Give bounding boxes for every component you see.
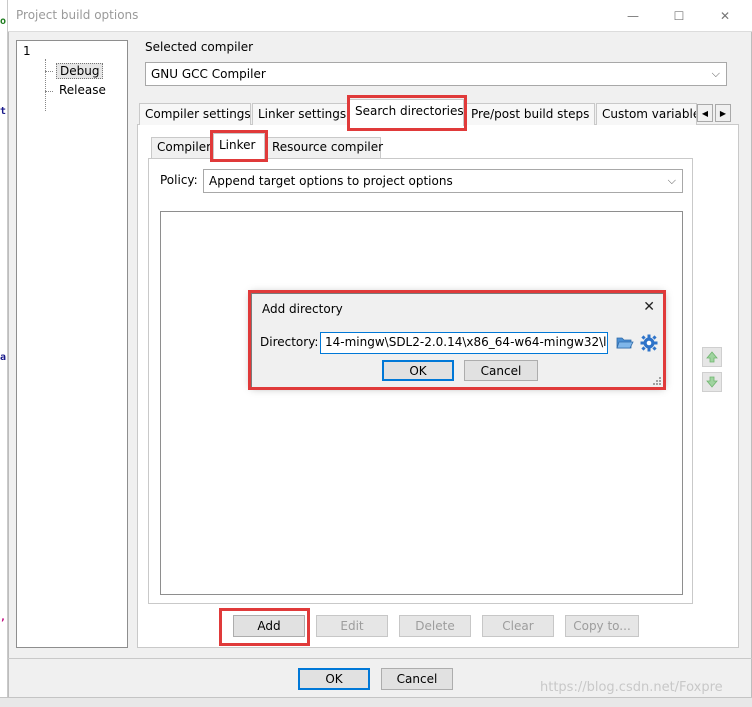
subtab-compiler[interactable]: Compiler	[151, 137, 212, 158]
directory-label: Directory:	[260, 335, 319, 349]
editor-glyph: ,	[0, 612, 7, 623]
move-up-button[interactable]	[702, 347, 722, 367]
compiler-label: Selected compiler	[145, 40, 254, 54]
dialog-cancel-button[interactable]: Cancel	[464, 360, 538, 381]
maximize-button[interactable]: ☐	[656, 0, 702, 32]
dialog-close-button[interactable]: ✕	[643, 299, 655, 315]
tab-pre-post-build-steps[interactable]: Pre/post build steps	[465, 103, 595, 125]
subtab-label: Compiler	[157, 140, 212, 154]
tab-label: Custom variable	[602, 107, 697, 121]
button-label: Delete	[415, 619, 455, 633]
dialog-ok-button[interactable]: OK	[382, 360, 454, 381]
chevron-down-icon: ⌵	[711, 67, 720, 80]
tab-label: Linker settings	[258, 107, 347, 121]
title-bar: Project build options — ☐ ✕	[8, 0, 752, 32]
delete-button[interactable]: Delete	[399, 615, 471, 637]
editor-glyph: o	[0, 16, 7, 27]
tree-line	[45, 71, 53, 72]
copy-to-button[interactable]: Copy to...	[565, 615, 639, 637]
close-button[interactable]: ✕	[702, 0, 748, 32]
button-label: OK	[409, 363, 427, 378]
arrow-down-icon	[706, 376, 718, 388]
button-label: Clear	[502, 619, 534, 633]
tree-root[interactable]: 1	[23, 44, 31, 58]
policy-select[interactable]: Append target options to project options…	[203, 169, 683, 193]
chevron-down-icon: ⌵	[667, 174, 676, 187]
tab-label: Pre/post build steps	[471, 107, 590, 121]
edit-button[interactable]: Edit	[316, 615, 388, 637]
directory-input[interactable]: 14-mingw\SDL2-2.0.14\x86_64-w64-mingw32\…	[320, 332, 608, 354]
browse-folder-button[interactable]	[614, 332, 636, 354]
policy-label: Policy:	[160, 173, 198, 187]
minimize-icon: —	[627, 9, 639, 23]
target-tree[interactable]: 1 Debug Release	[16, 40, 128, 648]
close-icon: ✕	[719, 9, 731, 23]
compiler-select[interactable]: GNU GCC Compiler ⌵	[145, 62, 727, 86]
tree-line	[45, 59, 46, 111]
background-editor-strip: o t a ,	[0, 0, 8, 707]
clear-button[interactable]: Clear	[482, 615, 554, 637]
window-title: Project build options	[16, 8, 139, 22]
footer-separator	[8, 658, 752, 659]
tree-item-debug[interactable]: Debug	[56, 63, 104, 79]
add-button[interactable]: Add	[233, 615, 305, 637]
triangle-right-icon: ▶	[719, 108, 727, 118]
tab-scroll-right-button[interactable]: ▶	[715, 104, 731, 122]
ok-button[interactable]: OK	[298, 668, 370, 690]
maximize-icon: ☐	[673, 9, 685, 23]
editor-glyph: t	[0, 106, 7, 117]
button-label: OK	[325, 672, 343, 686]
editor-glyph: a	[0, 352, 7, 363]
button-label: Cancel	[396, 672, 438, 686]
cancel-button[interactable]: Cancel	[381, 668, 453, 690]
tab-compiler-settings[interactable]: Compiler settings	[139, 103, 251, 125]
move-down-button[interactable]	[702, 372, 722, 392]
button-label: Copy to...	[573, 619, 631, 633]
triangle-left-icon: ◀	[701, 108, 709, 118]
close-icon: ✕	[643, 299, 655, 315]
subtab-resource-compiler[interactable]: Resource compiler	[266, 137, 384, 158]
folder-open-icon	[616, 337, 634, 349]
minimize-button[interactable]: —	[610, 0, 656, 32]
button-label: Add	[257, 619, 281, 633]
tab-label: Search directories	[355, 104, 464, 118]
tab-custom-variables[interactable]: Custom variable	[596, 103, 697, 125]
tree-line	[45, 91, 53, 92]
add-directory-dialog: Add directory ✕ Directory: 14-mingw\SDL2…	[251, 293, 664, 388]
policy-value: Append target options to project options	[209, 174, 453, 188]
tab-label: Compiler settings	[145, 107, 251, 121]
compiler-value: GNU GCC Compiler	[151, 67, 266, 81]
tree-item-release[interactable]: Release	[56, 83, 109, 97]
button-label: Edit	[340, 619, 364, 633]
subtab-label: Resource compiler	[272, 140, 384, 154]
button-label: Cancel	[480, 363, 522, 378]
resize-grip-icon[interactable]	[653, 377, 661, 385]
subtab-label: Linker	[219, 138, 256, 152]
arrow-up-icon	[706, 351, 718, 363]
tab-scroll-left-button[interactable]: ◀	[697, 104, 713, 122]
taskbar	[0, 697, 752, 707]
watermark-text: https://blog.csdn.net/Foxpre	[540, 680, 723, 695]
dialog-title: Add directory	[262, 302, 343, 316]
settings-button[interactable]	[638, 332, 660, 354]
tab-search-directories[interactable]: Search directories	[349, 99, 464, 126]
gear-icon	[640, 334, 658, 352]
subtab-linker[interactable]: Linker	[213, 133, 265, 159]
tab-linker-settings[interactable]: Linker settings	[252, 103, 348, 125]
directory-list[interactable]	[160, 211, 683, 595]
